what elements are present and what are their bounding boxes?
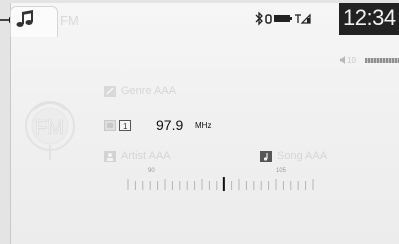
artist-icon bbox=[104, 151, 116, 162]
signal-icon bbox=[295, 13, 311, 24]
svg-text:FM: FM bbox=[35, 117, 64, 139]
preset-number-box: 1 bbox=[119, 120, 131, 131]
music-note-icon bbox=[16, 10, 33, 27]
song-icon bbox=[260, 151, 272, 162]
bluetooth-icon bbox=[255, 12, 263, 26]
tuner-scale[interactable] bbox=[120, 168, 320, 196]
status-bar bbox=[255, 12, 311, 26]
volume-bar[interactable] bbox=[365, 58, 399, 63]
artist-text: Artist AAA bbox=[121, 150, 171, 162]
preset-number: 1 bbox=[123, 122, 128, 131]
phone-connected-icon bbox=[265, 14, 272, 24]
source-tab-music[interactable] bbox=[10, 6, 58, 37]
genre-icon bbox=[104, 86, 116, 97]
genre-text: Genre AAA bbox=[121, 85, 177, 97]
frequency-unit: MHz bbox=[195, 121, 212, 130]
fm-logo-icon: FM bbox=[25, 101, 75, 160]
clock: 12:34 bbox=[343, 5, 396, 30]
volume-level-label: 10 bbox=[347, 56, 356, 65]
frequency-value: 97.9 bbox=[156, 117, 184, 133]
source-label: FM bbox=[60, 13, 79, 28]
volume-speaker-icon bbox=[340, 56, 345, 64]
battery-icon bbox=[274, 15, 292, 22]
song-text: Song AAA bbox=[277, 150, 328, 162]
preset-icon bbox=[104, 120, 116, 131]
